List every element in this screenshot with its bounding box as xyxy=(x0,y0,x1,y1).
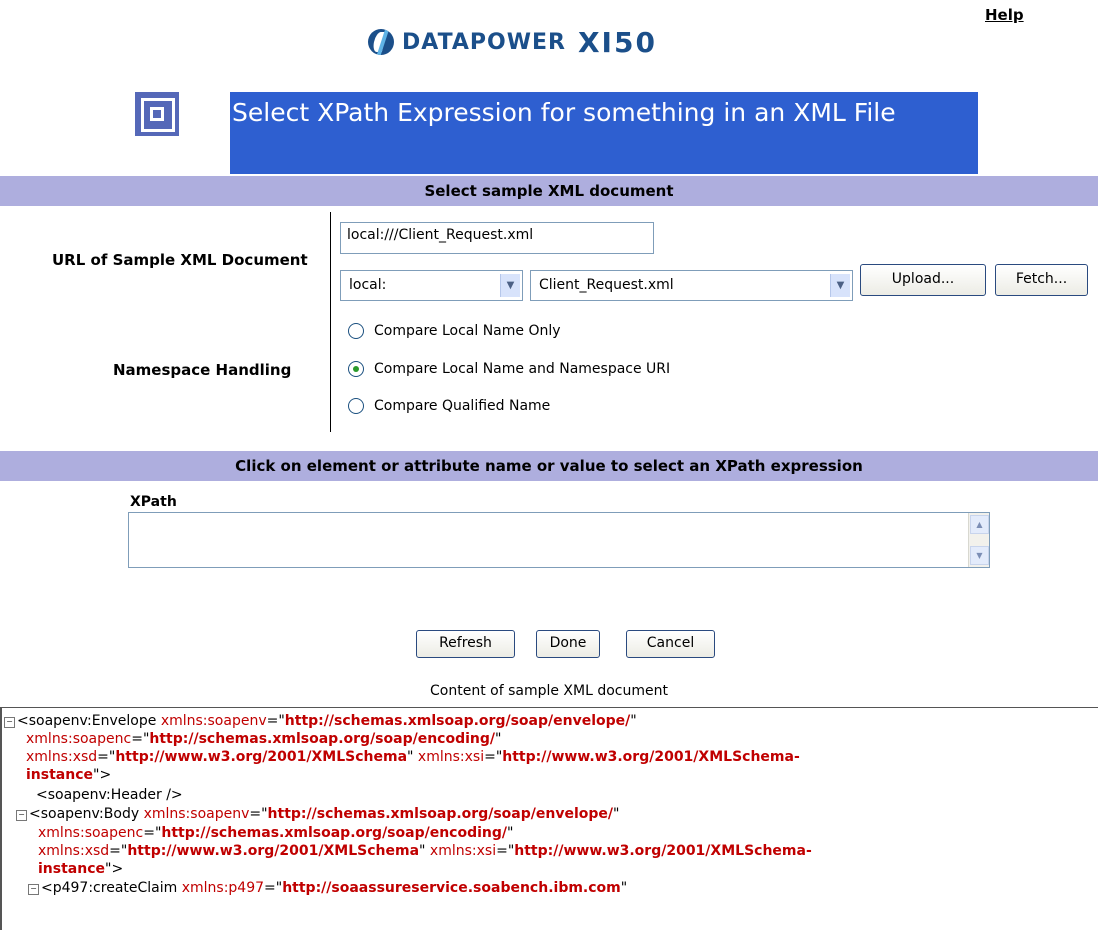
logo-brand-text: DATAPOWER xyxy=(402,29,566,55)
radio-button-selected[interactable] xyxy=(348,361,364,377)
directory-select[interactable]: local: ▼ xyxy=(340,270,523,301)
xpath-textarea[interactable]: ▲ ▼ xyxy=(128,512,990,568)
cancel-button[interactable]: Cancel xyxy=(626,630,715,658)
xml-attr-name[interactable]: xmlns:soapenc xyxy=(38,825,143,841)
xml-attr-name[interactable]: xmlns:p497 xyxy=(182,880,264,896)
xml-tag[interactable]: <soapenv:Body xyxy=(29,806,144,822)
radio-label: Compare Qualified Name xyxy=(374,398,551,414)
section-header-select-xpath: Click on element or attribute name or va… xyxy=(0,451,1098,481)
xml-attr-name[interactable]: xmlns:xsd xyxy=(38,843,109,859)
xml-attr-value[interactable]: http://www.w3.org/2001/XMLSchema xyxy=(127,843,419,859)
scroll-up-icon[interactable]: ▲ xyxy=(970,515,989,534)
xml-tag[interactable]: <soapenv:Envelope xyxy=(17,713,161,729)
radio-label: Compare Local Name Only xyxy=(374,323,561,339)
xml-attr-value[interactable]: http://schemas.xmlsoap.org/soap/envelope… xyxy=(285,713,630,729)
xml-line-header: <soapenv:Header /> xyxy=(36,787,183,805)
url-input[interactable]: local:///Client_Request.xml xyxy=(340,222,654,254)
chevron-down-icon[interactable]: ▼ xyxy=(500,274,520,297)
xml-attr-name[interactable]: xmlns:soapenv xyxy=(161,713,267,729)
xml-content-panel: − <soapenv:Envelope xmlns:soapenv="http:/… xyxy=(0,707,1098,930)
xml-line: xmlns:xsd="http://www.w3.org/2001/XMLSch… xyxy=(26,749,800,765)
xml-attr-name[interactable]: xmlns:xsi xyxy=(430,843,496,859)
xml-attr-value[interactable]: http://www.w3.org/2001/XMLSchema- xyxy=(514,843,812,859)
xml-attr-value[interactable]: http://www.w3.org/2001/XMLSchema xyxy=(115,749,407,765)
done-button[interactable]: Done xyxy=(536,630,600,658)
url-label: URL of Sample XML Document xyxy=(52,251,308,269)
page-title: Select XPath Expression for something in… xyxy=(232,98,896,127)
xml-line: xmlns:xsd="http://www.w3.org/2001/XMLSch… xyxy=(38,843,812,859)
xml-attr-name[interactable]: xmlns:xsd xyxy=(26,749,97,765)
xml-attr-value[interactable]: http://www.w3.org/2001/XMLSchema- xyxy=(502,749,800,765)
xml-attr-value[interactable]: http://schemas.xmlsoap.org/soap/encoding… xyxy=(149,731,495,747)
section-header-sample-document: Select sample XML document xyxy=(0,176,1098,206)
scroll-down-icon[interactable]: ▼ xyxy=(970,546,989,565)
file-select-value: Client_Request.xml xyxy=(539,277,674,293)
directory-select-value: local: xyxy=(349,277,387,293)
xml-attr-value[interactable]: http://soaassureservice.soabench.ibm.com xyxy=(282,880,621,896)
xml-tag[interactable]: <soapenv:Header /> xyxy=(36,787,183,803)
radio-compare-local-name-and-namespace[interactable]: Compare Local Name and Namespace URI xyxy=(348,361,670,377)
xml-tag[interactable]: <p497:createClaim xyxy=(41,880,182,896)
radio-compare-qualified-name[interactable]: Compare Qualified Name xyxy=(348,398,550,414)
xml-attr-name[interactable]: xmlns:xsi xyxy=(418,749,484,765)
xpath-tool-icon xyxy=(135,92,179,136)
xml-attr-name[interactable]: xmlns:soapenv xyxy=(144,806,250,822)
xml-line-envelope: − <soapenv:Envelope xmlns:soapenv="http:/… xyxy=(4,713,637,731)
collapse-toggle-icon[interactable]: − xyxy=(4,717,15,728)
chevron-down-icon[interactable]: ▼ xyxy=(830,274,850,297)
xpath-scrollbar[interactable]: ▲ ▼ xyxy=(968,513,989,567)
fetch-button[interactable]: Fetch... xyxy=(995,264,1088,296)
collapse-toggle-icon[interactable]: − xyxy=(28,884,39,895)
xml-attr-name[interactable]: xmlns:soapenc xyxy=(26,731,131,747)
form-divider xyxy=(330,212,331,432)
upload-button[interactable]: Upload... xyxy=(860,264,986,296)
xml-attr-value[interactable]: instance xyxy=(26,767,93,783)
content-caption: Content of sample XML document xyxy=(430,683,668,699)
xml-attr-value[interactable]: instance xyxy=(38,861,105,877)
xml-line: instance"> xyxy=(26,767,112,783)
xml-line-create-claim: − <p497:createClaim xmlns:p497="http://so… xyxy=(28,880,627,898)
xml-line: xmlns:soapenc="http://schemas.xmlsoap.or… xyxy=(38,825,514,841)
xpath-label: XPath xyxy=(130,494,177,510)
xml-attr-value[interactable]: http://schemas.xmlsoap.org/soap/encoding… xyxy=(161,825,507,841)
logo-model-text: XI50 xyxy=(577,25,657,59)
radio-label: Compare Local Name and Namespace URI xyxy=(374,361,671,377)
help-link[interactable]: Help xyxy=(985,6,1024,24)
radio-button[interactable] xyxy=(348,398,364,414)
radio-compare-local-name[interactable]: Compare Local Name Only xyxy=(348,323,561,339)
namespace-handling-label: Namespace Handling xyxy=(113,361,292,379)
radio-button[interactable] xyxy=(348,323,364,339)
xml-line: instance"> xyxy=(38,861,124,877)
datapower-logo: DATAPOWER XI50 xyxy=(368,22,657,62)
xml-attr-value[interactable]: http://schemas.xmlsoap.org/soap/envelope… xyxy=(268,806,613,822)
refresh-button[interactable]: Refresh xyxy=(416,630,515,658)
xml-line-body: − <soapenv:Body xmlns:soapenv="http://sch… xyxy=(16,806,619,824)
collapse-toggle-icon[interactable]: − xyxy=(16,810,27,821)
datapower-logo-icon xyxy=(368,29,394,55)
xml-line: xmlns:soapenc="http://schemas.xmlsoap.or… xyxy=(26,731,502,747)
file-select[interactable]: Client_Request.xml ▼ xyxy=(530,270,853,301)
